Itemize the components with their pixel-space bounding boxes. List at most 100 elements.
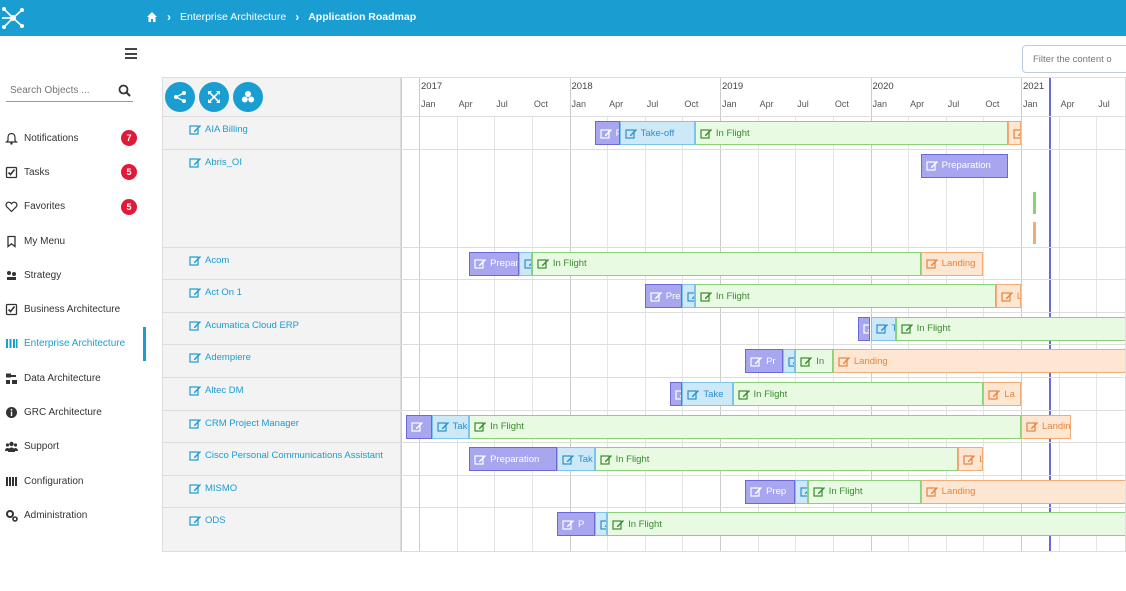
edit-icon — [599, 454, 612, 465]
cluster-button[interactable] — [233, 82, 263, 112]
phase-label: Pr — [766, 355, 776, 367]
expand-button[interactable] — [199, 82, 229, 112]
share-icon — [174, 91, 186, 103]
phase-bar-takeoff[interactable] — [594, 512, 608, 537]
phase-bar-preparation[interactable]: Preparation — [469, 251, 520, 276]
search-input[interactable] — [6, 80, 106, 101]
sidebar-item-strategy[interactable]: Strategy — [0, 258, 146, 292]
sidebar-item-data-architecture[interactable]: Data Architecture — [0, 361, 146, 395]
phase-bar-takeoff[interactable]: Take-off — [619, 121, 695, 145]
edit-icon — [189, 516, 201, 526]
phase-bar-takeoff[interactable]: T — [782, 349, 796, 374]
sidebar-item-administration[interactable]: Administration — [0, 498, 146, 532]
phase-bar-preparation[interactable] — [406, 414, 432, 439]
phase-bar-takeoff[interactable]: T — [682, 284, 695, 309]
breadcrumb-current-page: Application Roadmap — [308, 11, 417, 23]
edit-icon — [900, 324, 913, 334]
phase-label: Preparation — [490, 453, 540, 465]
search-box — [6, 80, 133, 102]
edit-icon — [813, 487, 825, 497]
phase-bar-landing[interactable]: La — [958, 447, 984, 472]
phase-bar-inflight[interactable]: In Flight — [694, 121, 1009, 145]
phase-bar-preparation[interactable]: C — [669, 382, 683, 406]
phase-bar-landing[interactable]: Landing — [832, 349, 1125, 374]
object-link[interactable]: ODS — [189, 514, 226, 527]
sidebar-item-label: Configuration — [24, 475, 84, 487]
phase-bar-preparation[interactable]: Preparation — [920, 153, 1009, 178]
edit-icon — [625, 128, 637, 139]
phase-bar-preparation[interactable]: P — [594, 121, 620, 145]
breadcrumb-chevron-icon: › — [167, 10, 171, 24]
sidebar-icon — [4, 200, 18, 214]
object-link[interactable]: MISMO — [189, 482, 237, 495]
roadmap-row: Adempiere Pr T In Landing — [163, 344, 1125, 377]
sidebar-item-business-architecture[interactable]: Business Architecture — [0, 292, 146, 326]
phase-bar-preparation[interactable]: Prep — [745, 479, 796, 504]
phase-bar-inflight[interactable]: In Flight — [895, 316, 1125, 341]
phase-bar-landing[interactable]: L — [995, 284, 1021, 309]
top-bar: › Enterprise Architecture › Application … — [0, 0, 1126, 36]
phase-label: L — [1017, 291, 1020, 302]
phase-bar-takeoff[interactable]: T — [870, 316, 896, 341]
phase-bar-inflight[interactable]: In Flight — [807, 479, 921, 504]
home-icon[interactable] — [146, 11, 158, 23]
sidebar-item-my-menu[interactable]: My Menu — [0, 224, 146, 258]
month-label: Oct — [684, 99, 699, 109]
phase-bar-inflight[interactable]: In Flight — [531, 251, 921, 276]
phase-bar-landing[interactable]: Landin — [1021, 414, 1072, 439]
phase-bar-preparation[interactable]: C — [857, 316, 871, 341]
phase-bar-inflight[interactable]: In Flight — [594, 447, 959, 472]
sidebar-item-favorites[interactable]: Favorites 5 — [0, 190, 146, 224]
object-link[interactable]: AIA Billing — [189, 123, 248, 136]
phase-bar-takeoff[interactable]: Take — [431, 414, 470, 439]
month-label: Jan — [421, 99, 436, 109]
filter-input[interactable]: Filter the content o — [1022, 45, 1126, 73]
phase-bar-takeoff[interactable]: Tak — [556, 447, 595, 472]
phase-bar-takeoff[interactable]: T — [519, 251, 532, 276]
object-link[interactable]: Cisco Personal Communications Assistant — [189, 449, 383, 462]
search-icon[interactable] — [118, 84, 131, 97]
object-link[interactable]: CRM Project Manager — [189, 417, 299, 430]
phase-bar-landing[interactable]: La — [1008, 121, 1021, 145]
phase-bar-inflight[interactable]: In Flight — [732, 382, 984, 406]
phase-bar-preparation[interactable]: Pr — [745, 349, 783, 374]
edit-icon — [926, 259, 938, 269]
phase-bar-takeoff[interactable]: Take — [682, 382, 733, 406]
logo-icon[interactable] — [0, 5, 26, 31]
object-link[interactable]: Acumatica Cloud ERP — [189, 319, 299, 332]
phase-bar-inflight[interactable]: In Flight — [469, 414, 1021, 439]
sidebar-item-tasks[interactable]: Tasks 5 — [0, 155, 146, 189]
check-square-icon — [5, 303, 17, 316]
phase-bar-inflight[interactable]: In Flight — [694, 284, 996, 309]
phase-bar-preparation[interactable]: P — [556, 512, 595, 537]
sidebar-item-enterprise-architecture[interactable]: Enterprise Architecture — [0, 326, 146, 362]
phase-bar-landing[interactable]: Landing — [920, 251, 984, 276]
object-link[interactable]: Abris_OI — [189, 156, 242, 169]
phase-label: In Flight — [628, 518, 662, 530]
year-label: 2018 — [571, 81, 593, 92]
phase-bar-inflight[interactable]: In Flight — [607, 512, 1125, 537]
phase-bar-preparation[interactable]: Preparation — [469, 447, 557, 472]
phase-bar-landing[interactable]: La — [983, 382, 1021, 406]
sidebar-item-notifications[interactable]: Notifications 7 — [0, 121, 146, 155]
sidebar-icon — [4, 508, 18, 522]
edit-icon — [474, 454, 487, 465]
sidebar-item-support[interactable]: Support — [0, 430, 146, 464]
sidebar-icon — [4, 406, 18, 420]
month-label: Oct — [985, 99, 1000, 109]
share-button[interactable] — [165, 82, 195, 112]
sidebar-icon — [4, 303, 18, 317]
object-link[interactable]: Altec DM — [189, 384, 244, 397]
phase-bar-inflight[interactable]: In — [795, 349, 833, 374]
hamburger-menu-icon[interactable] — [125, 48, 137, 59]
object-link[interactable]: Adempiere — [189, 351, 251, 364]
phase-bar-landing[interactable]: Landing — [920, 479, 1125, 504]
breadcrumb-section[interactable]: Enterprise Architecture — [180, 11, 286, 23]
object-link[interactable]: Act On 1 — [189, 286, 242, 299]
sidebar-icon — [4, 474, 18, 488]
sidebar-item-configuration[interactable]: Configuration — [0, 464, 146, 498]
phase-bar-preparation[interactable]: Prep — [644, 284, 683, 309]
sidebar-item-grc-architecture[interactable]: GRC Architecture — [0, 395, 146, 429]
phase-bar-takeoff[interactable] — [795, 479, 808, 504]
object-link[interactable]: Acom — [189, 254, 229, 267]
